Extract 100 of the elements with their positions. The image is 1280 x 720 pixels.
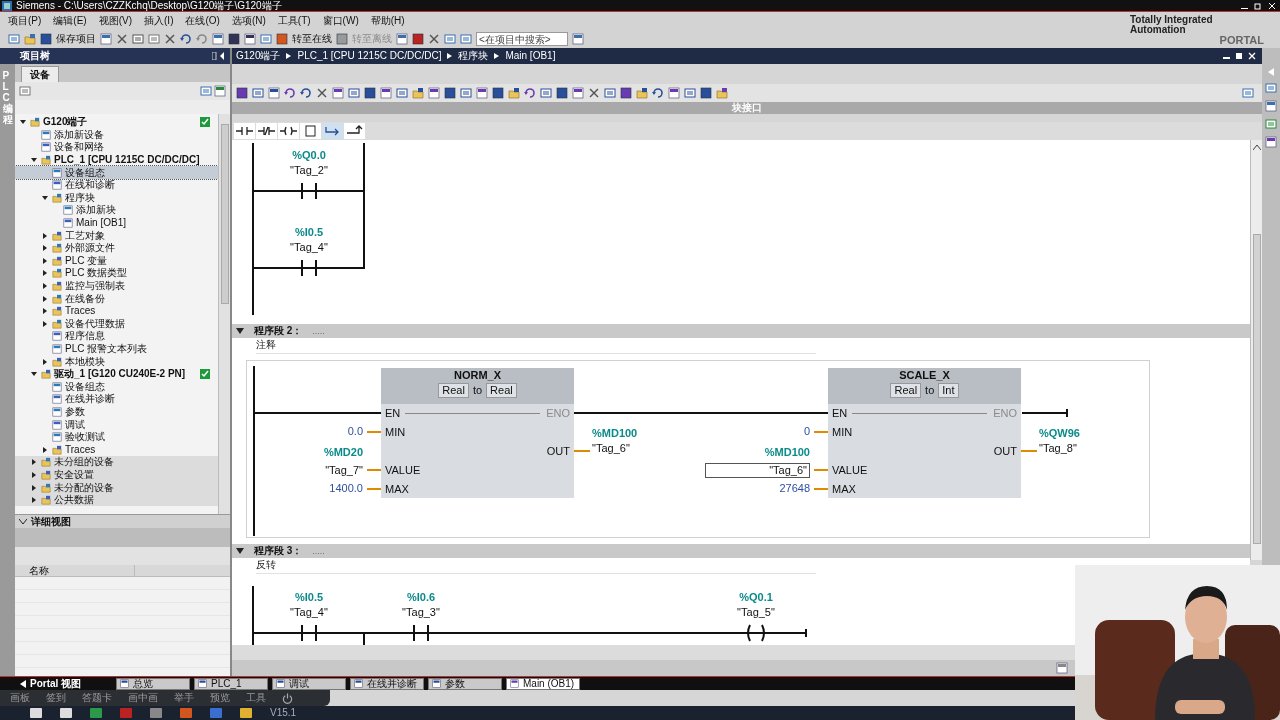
operand-tag[interactable]: "Tag_5" — [737, 607, 775, 618]
parameter-value[interactable]: 0 — [803, 426, 810, 437]
tree-item[interactable]: 验收测试 — [15, 430, 218, 444]
tree-item[interactable]: PLC 变量 — [15, 254, 218, 268]
tree-item[interactable]: 在线和诊断 — [15, 178, 218, 192]
tree-item[interactable]: 驱动_1 [G120 CU240E-2 PN] — [15, 367, 218, 381]
expand-arrow-icon[interactable] — [42, 358, 48, 365]
tree-item[interactable]: 在线并诊断 — [15, 393, 218, 406]
menu-item[interactable]: 帮助(H) — [370, 16, 405, 26]
block-editor-tool-icon[interactable] — [476, 87, 488, 99]
folder-icon[interactable] — [52, 192, 62, 203]
item-icon[interactable] — [52, 180, 62, 191]
network-comment[interactable]: 注释 — [256, 340, 816, 354]
operand-tag[interactable]: "Tag_2" — [290, 165, 328, 176]
block-editor-tool-icon[interactable] — [396, 87, 408, 99]
expand-arrow-icon[interactable] — [42, 308, 48, 315]
collapse-arrow-icon[interactable] — [31, 371, 37, 378]
task-card-icon[interactable] — [1265, 100, 1277, 112]
folder-icon[interactable] — [41, 495, 51, 506]
restore-icon[interactable] — [1235, 52, 1243, 60]
close-icon[interactable] — [1248, 52, 1256, 60]
tree-item[interactable]: PLC_1 [CPU 1215C DC/DC/DC] — [15, 153, 218, 167]
expand-arrow-icon[interactable] — [31, 497, 37, 504]
tree-item[interactable]: 程序信息 — [15, 330, 218, 343]
column-header[interactable]: 名称 — [15, 565, 135, 576]
operand-tag[interactable]: "Tag_6" — [705, 463, 810, 478]
tree-item[interactable]: 本地模块 — [15, 355, 218, 368]
expand-arrow-icon[interactable] — [42, 245, 48, 252]
data-type-selector[interactable]: Int — [938, 383, 959, 398]
item-icon[interactable] — [63, 205, 73, 216]
floating-toolbar-item[interactable]: 举手 — [174, 693, 194, 703]
tab-icon[interactable] — [120, 679, 129, 688]
item-icon[interactable] — [52, 394, 62, 405]
block-editor-tool-icon[interactable] — [668, 87, 680, 99]
expand-arrow-icon[interactable] — [31, 471, 37, 478]
tree-item[interactable]: 未分组的设备 — [15, 456, 218, 469]
collapse-arrow-icon[interactable] — [236, 548, 244, 554]
block-editor-tool-icon[interactable] — [556, 87, 568, 99]
item-icon[interactable] — [52, 167, 62, 178]
tab-icon[interactable] — [276, 679, 285, 688]
breadcrumb-item[interactable]: PLC_1 [CPU 1215C DC/DC/DC] — [297, 51, 442, 61]
folder-icon[interactable] — [52, 444, 62, 455]
block-editor-tool-icon[interactable] — [716, 87, 728, 99]
block-editor-tool-icon[interactable] — [524, 87, 536, 99]
tree-item[interactable]: 添加新块 — [15, 204, 218, 217]
undo-icon[interactable] — [180, 33, 192, 45]
menu-item[interactable]: 编辑(E) — [53, 16, 87, 26]
expand-arrow-icon[interactable] — [31, 484, 37, 491]
instruction-box[interactable]: NORM_X Real to Real EN ENO MIN VALUE MAX OUT — [381, 368, 574, 498]
block-editor-tool-icon[interactable] — [380, 87, 392, 99]
collapse-arrow-icon[interactable] — [42, 194, 48, 201]
tab-icon[interactable] — [354, 679, 363, 688]
tree-item[interactable]: Main [OB1] — [15, 216, 218, 230]
collapse-arrow-icon[interactable] — [236, 328, 244, 334]
tree-item[interactable]: 外部源文件 — [15, 241, 218, 255]
folder-icon[interactable] — [52, 243, 62, 254]
go-online-button[interactable]: 转至在线 — [292, 34, 332, 44]
operand-tag[interactable]: "Tag_4" — [290, 607, 328, 618]
restore-icon[interactable] — [1254, 1, 1262, 10]
item-icon[interactable] — [52, 331, 62, 342]
block-editor-tool-icon[interactable] — [252, 87, 264, 99]
floating-toolbar-item[interactable]: 答题卡 — [82, 693, 112, 703]
block-editor-tool-icon[interactable] — [284, 87, 296, 99]
expand-arrow-icon[interactable] — [42, 446, 48, 453]
item-icon[interactable] — [52, 419, 62, 430]
no-contact-icon[interactable] — [234, 123, 255, 139]
taskbar-app-label[interactable]: V15.1 — [270, 708, 297, 718]
operand-tag[interactable]: "Tag_4" — [290, 242, 328, 253]
expand-arrow-icon[interactable] — [31, 459, 37, 466]
tree-item[interactable]: G120端子 — [15, 116, 218, 129]
folder-icon[interactable] — [52, 306, 62, 317]
floating-toolbar-item[interactable]: 工具 — [246, 693, 266, 703]
save-project-button[interactable]: 保存项目 — [56, 34, 96, 44]
item-icon[interactable] — [52, 406, 62, 417]
tree-item[interactable]: 工艺对象 — [15, 229, 218, 242]
block-editor-tool-icon[interactable] — [444, 87, 456, 99]
folder-icon[interactable] — [52, 230, 62, 241]
block-editor-tool-icon[interactable] — [460, 87, 472, 99]
breadcrumb-item[interactable]: G120端子 — [236, 51, 281, 61]
item-icon[interactable] — [52, 344, 62, 354]
folder-icon[interactable] — [52, 293, 62, 304]
collapse-arrow-icon[interactable] — [31, 157, 37, 164]
data-type-selector[interactable]: Real — [486, 383, 517, 398]
block-editor-tool-icon[interactable] — [236, 87, 248, 99]
block-editor-tool-icon[interactable] — [332, 87, 344, 99]
block-editor-tool-icon[interactable] — [364, 87, 376, 99]
block-editor-tool-icon[interactable] — [652, 87, 664, 99]
expand-arrow-icon[interactable] — [42, 257, 48, 264]
block-editor-tool-icon[interactable] — [588, 87, 600, 99]
tree-item[interactable]: 设备组态 — [15, 380, 218, 394]
tree-item[interactable]: 设备代理数据 — [15, 317, 218, 331]
floating-toolbar-item[interactable]: 预览 — [210, 693, 230, 703]
block-editor-tool-icon[interactable] — [604, 87, 616, 99]
block-editor-tool-icon[interactable] — [636, 87, 648, 99]
tree-item[interactable]: Traces — [15, 304, 218, 318]
folder-icon[interactable] — [52, 356, 62, 367]
tree-item[interactable]: 未分配的设备 — [15, 481, 218, 494]
tree-item[interactable]: 程序块 — [15, 191, 218, 205]
tab-icon[interactable] — [510, 679, 519, 688]
folder-icon[interactable] — [52, 318, 62, 329]
